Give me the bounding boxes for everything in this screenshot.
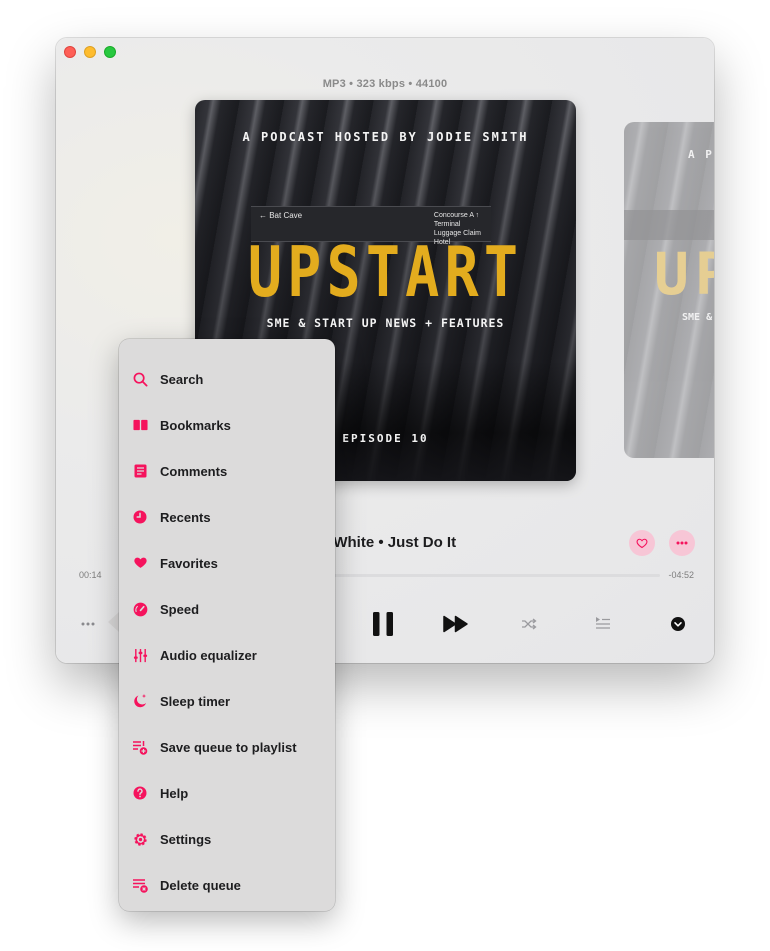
menu-item-label: Speed xyxy=(160,601,200,617)
minimize-window-button[interactable] xyxy=(84,46,96,58)
favorite-button[interactable] xyxy=(629,530,655,556)
moon-icon xyxy=(132,693,148,709)
menu-pointer xyxy=(108,612,119,632)
more-options-button[interactable] xyxy=(669,530,695,556)
menu-button[interactable] xyxy=(76,614,100,634)
menu-item-settings[interactable]: Settings xyxy=(119,819,335,859)
speedometer-icon xyxy=(132,601,148,617)
ellipsis-icon xyxy=(81,622,95,626)
queue-button[interactable] xyxy=(592,613,614,633)
menu-item-label: Save queue to playlist xyxy=(160,739,297,755)
menu-item-label: Sleep timer xyxy=(160,693,231,709)
artwork-title: UPSTART xyxy=(247,232,524,313)
ellipsis-icon xyxy=(676,541,688,545)
comments-icon xyxy=(132,463,148,479)
next-artwork-title: UP xyxy=(654,240,714,308)
options-menu: Search Bookmarks Comments Recents Favori… xyxy=(119,339,335,911)
menu-item-label: Help xyxy=(160,785,189,801)
shuffle-button[interactable] xyxy=(518,614,540,634)
menu-item-label: Bookmarks xyxy=(160,417,231,433)
menu-item-label: Delete queue xyxy=(160,877,241,893)
artwork-subtitle: SME & START UP NEWS + FEATURES xyxy=(266,316,505,330)
fast-forward-icon xyxy=(443,615,468,633)
artwork-kicker: A PODCAST HOSTED BY JODIE SMITH xyxy=(242,130,529,144)
menu-item-save-queue[interactable]: Save queue to playlist xyxy=(119,727,335,767)
chevron-down-circle-icon xyxy=(671,617,685,631)
menu-item-label: Recents xyxy=(160,509,211,525)
heart-icon xyxy=(132,555,148,571)
menu-item-label: Search xyxy=(160,371,204,387)
menu-item-speed[interactable]: Speed xyxy=(119,589,335,629)
heart-outline-icon xyxy=(636,538,648,549)
menu-item-label: Settings xyxy=(160,831,212,847)
remaining-time: -04:52 xyxy=(668,570,694,580)
format-info: MP3 • 323 kbps • 44100 xyxy=(322,78,448,90)
artwork-sign-left: ← Bat Cave xyxy=(259,211,303,220)
track-title: n White • Just Do It xyxy=(320,534,457,551)
equalizer-icon xyxy=(132,647,148,663)
shuffle-icon xyxy=(522,618,537,630)
pause-icon xyxy=(373,612,393,636)
menu-item-recents[interactable]: Recents xyxy=(119,497,335,537)
elapsed-time: 00:14 xyxy=(79,570,102,580)
question-icon xyxy=(132,785,148,801)
queue-list-icon xyxy=(596,617,610,629)
menu-item-bookmarks[interactable]: Bookmarks xyxy=(119,405,335,445)
delete-queue-icon xyxy=(132,877,148,893)
collapse-player-button[interactable] xyxy=(668,614,688,634)
search-icon xyxy=(132,371,148,387)
menu-item-audio-equalizer[interactable]: Audio equalizer xyxy=(119,635,335,675)
menu-item-label: Comments xyxy=(160,463,228,479)
clock-icon xyxy=(132,509,148,525)
menu-item-label: Favorites xyxy=(160,555,218,571)
bookmarks-icon xyxy=(132,417,148,433)
next-album-artwork[interactable]: A PO UP SME & xyxy=(624,122,714,458)
menu-item-search[interactable]: Search xyxy=(119,359,335,399)
gear-icon xyxy=(132,831,148,847)
menu-item-favorites[interactable]: Favorites xyxy=(119,543,335,583)
menu-item-delete-queue[interactable]: Delete queue xyxy=(119,865,335,905)
next-artwork-subtitle: SME & xyxy=(682,312,713,323)
add-to-playlist-icon xyxy=(132,739,148,755)
maximize-window-button[interactable] xyxy=(104,46,116,58)
menu-item-comments[interactable]: Comments xyxy=(119,451,335,491)
forward-button[interactable] xyxy=(442,612,470,636)
next-artwork-kicker: A PO xyxy=(688,148,714,161)
next-artwork-sign xyxy=(624,210,714,240)
menu-item-label: Audio equalizer xyxy=(160,647,257,663)
pause-button[interactable] xyxy=(368,608,398,640)
menu-item-help[interactable]: Help xyxy=(119,773,335,813)
close-window-button[interactable] xyxy=(64,46,76,58)
menu-item-sleep-timer[interactable]: Sleep timer xyxy=(119,681,335,721)
